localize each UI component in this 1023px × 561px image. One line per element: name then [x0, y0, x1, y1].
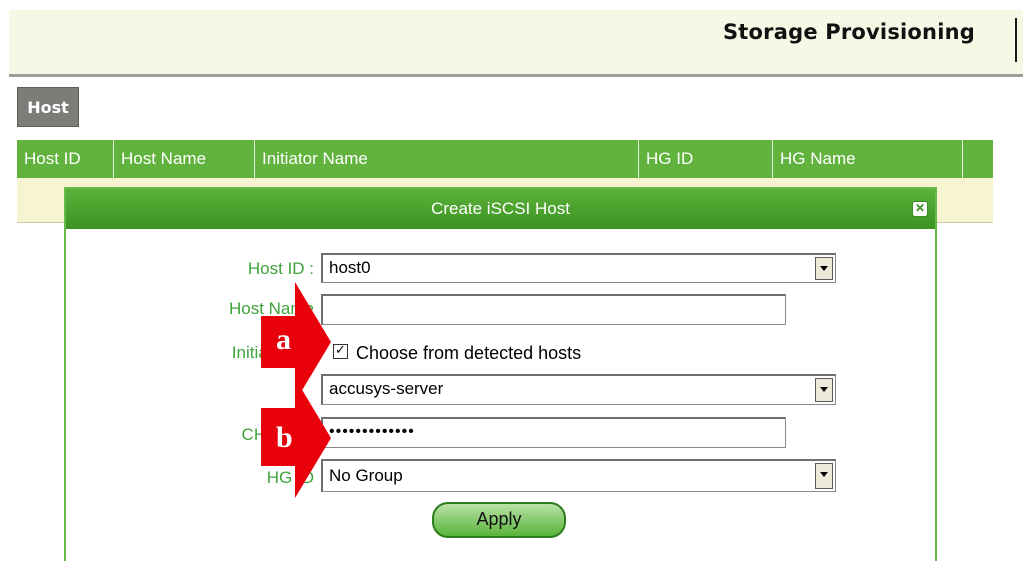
host-id-label: Host ID :: [247, 259, 314, 278]
column-hg-name[interactable]: HG Name: [773, 140, 963, 178]
hg-id-value: No Group: [329, 466, 403, 485]
apply-button[interactable]: Apply: [432, 502, 566, 538]
callout-a-label: a: [276, 323, 291, 356]
host-id-select[interactable]: host0: [321, 253, 836, 283]
detected-host-select[interactable]: accusys-server: [321, 374, 836, 405]
dropdown-arrow-icon[interactable]: [815, 378, 833, 402]
host-id-value: host0: [329, 258, 371, 277]
dropdown-arrow-icon[interactable]: [815, 463, 833, 489]
column-hg-id[interactable]: HG ID: [639, 140, 773, 178]
header-divider: [1015, 18, 1017, 62]
column-host-id[interactable]: Host ID: [17, 140, 114, 178]
detected-host-value: accusys-server: [329, 379, 444, 398]
dialog-title-bar[interactable]: Create iSCSI Host ✕: [66, 189, 935, 229]
chap-secret-input[interactable]: •••••••••••••: [321, 417, 786, 448]
host-name-input[interactable]: [321, 294, 786, 325]
close-icon[interactable]: ✕: [912, 201, 928, 217]
checkbox-checked-icon[interactable]: ✓: [333, 344, 348, 359]
dropdown-arrow-icon[interactable]: [815, 257, 833, 280]
detected-hosts-checkbox-label: Choose from detected hosts: [356, 343, 582, 363]
callout-b-arrow: [261, 378, 331, 498]
page-header: Storage Provisioning: [9, 10, 1023, 77]
callout-b-label: b: [276, 421, 293, 454]
host-tab[interactable]: Host: [17, 87, 79, 127]
hg-id-select[interactable]: No Group: [321, 459, 836, 492]
host-table-header: Host ID Host Name Initiator Name HG ID H…: [17, 140, 993, 178]
page-title: Storage Provisioning: [722, 20, 975, 44]
column-initiator-name[interactable]: Initiator Name: [255, 140, 639, 178]
column-host-name[interactable]: Host Name: [114, 140, 255, 178]
dialog-title: Create iSCSI Host: [431, 199, 570, 218]
